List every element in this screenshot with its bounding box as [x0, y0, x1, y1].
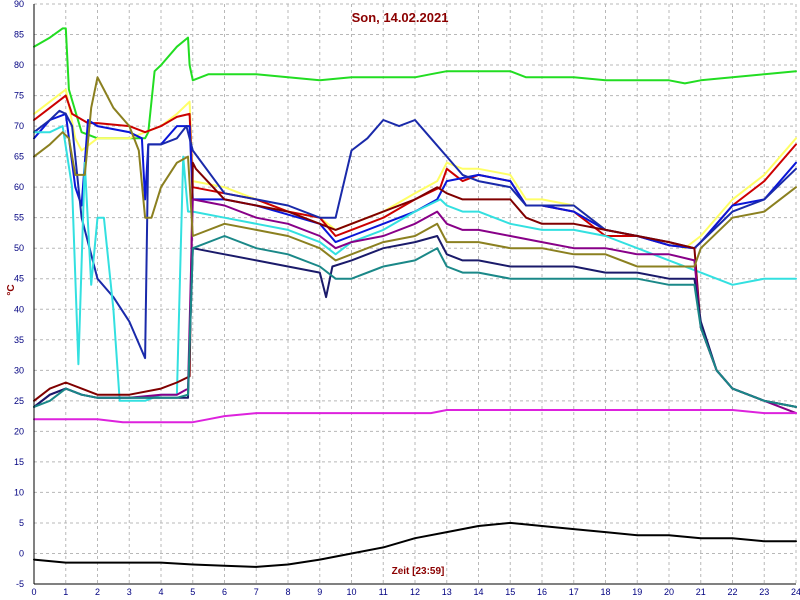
- x-tick-label: 14: [473, 587, 483, 597]
- x-tick-label: 4: [158, 587, 163, 597]
- x-tick-label: 15: [505, 587, 515, 597]
- y-tick-label: 75: [14, 91, 24, 101]
- y-tick-label: 80: [14, 60, 24, 70]
- y-tick-label: 5: [19, 518, 24, 528]
- y-tick-label: 50: [14, 243, 24, 253]
- y-tick-label: 40: [14, 304, 24, 314]
- y-tick-label: 25: [14, 396, 24, 406]
- y-tick-label: 15: [14, 457, 24, 467]
- x-tick-label: 3: [127, 587, 132, 597]
- x-tick-label: 1: [63, 587, 68, 597]
- x-tick-label: 8: [285, 587, 290, 597]
- x-tick-label: 13: [442, 587, 452, 597]
- x-tick-label: 24: [791, 587, 800, 597]
- y-tick-label: 20: [14, 426, 24, 436]
- x-tick-label: 0: [31, 587, 36, 597]
- x-tick-label: 2: [95, 587, 100, 597]
- x-tick-label: 23: [759, 587, 769, 597]
- chart-background: [0, 0, 800, 600]
- x-tick-label: 9: [317, 587, 322, 597]
- x-tick-label: 7: [254, 587, 259, 597]
- temperature-line-chart: 0 1 2 3 4 5 6 7 8 9 10 11 12 13 14 15 16 17 18 19 20 21 22 23 24…: [0, 0, 800, 600]
- y-tick-label: 85: [14, 30, 24, 40]
- x-tick-label: 10: [346, 587, 356, 597]
- y-tick-label: 45: [14, 274, 24, 284]
- y-tick-label: 0: [19, 548, 24, 558]
- y-axis-label: °C: [6, 284, 17, 295]
- x-axis-label: Zeit [23:59]: [392, 566, 445, 577]
- y-tick-label: 35: [14, 335, 24, 345]
- x-tick-label: 21: [696, 587, 706, 597]
- x-tick-label: 12: [410, 587, 420, 597]
- y-tick-label: 30: [14, 365, 24, 375]
- y-tick-label: 70: [14, 121, 24, 131]
- x-tick-label: 22: [727, 587, 737, 597]
- y-tick-label: 65: [14, 152, 24, 162]
- y-tick-label: -5: [16, 579, 24, 589]
- x-tick-label: 18: [600, 587, 610, 597]
- y-tick-label: 55: [14, 213, 24, 223]
- chart-title: Son, 14.02.2021: [352, 10, 449, 25]
- x-tick-label: 19: [632, 587, 642, 597]
- x-tick-label: 11: [379, 587, 388, 597]
- y-tick-label: 60: [14, 182, 24, 192]
- x-tick-label: 5: [190, 587, 195, 597]
- y-tick-label: 10: [14, 487, 24, 497]
- y-tick-label: 90: [14, 0, 24, 9]
- x-tick-label: 6: [222, 587, 227, 597]
- x-tick-label: 16: [537, 587, 547, 597]
- x-tick-label: 20: [664, 587, 674, 597]
- x-tick-label: 17: [569, 587, 579, 597]
